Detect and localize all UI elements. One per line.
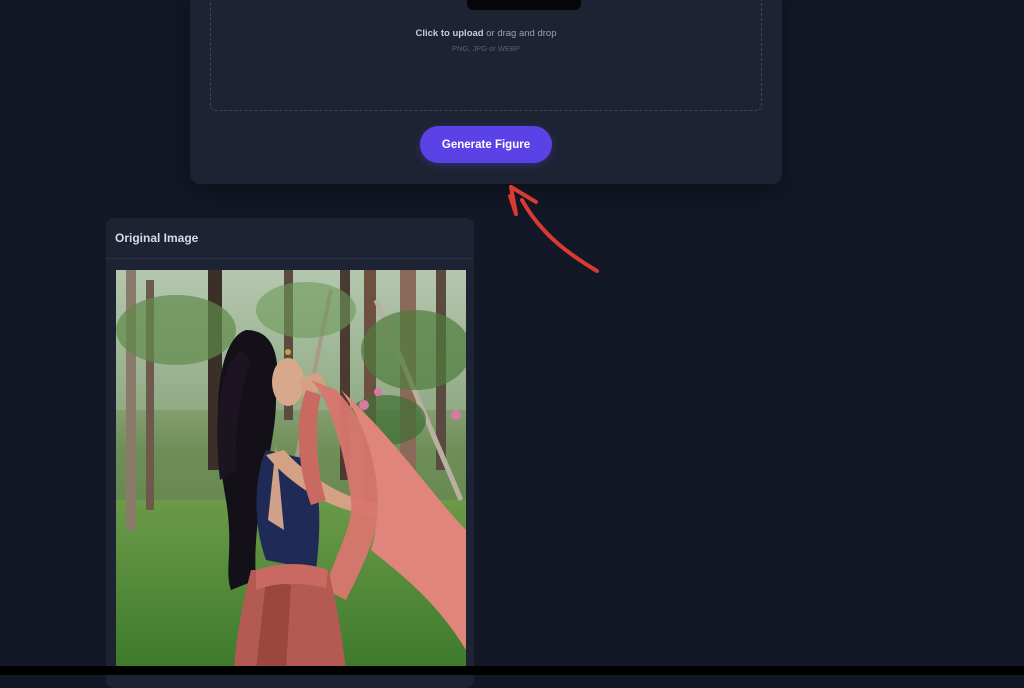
upload-formats-hint: PNG, JPG or WEBP bbox=[452, 44, 520, 53]
upload-prompt: Click to upload or drag and drop bbox=[211, 28, 761, 39]
upload-dropzone[interactable]: Click to upload or drag and drop PNG, JP… bbox=[210, 0, 762, 111]
screen-bottom-bar bbox=[0, 666, 1024, 675]
upload-preview-thumbnail bbox=[467, 0, 581, 10]
dancer-photo-icon bbox=[116, 270, 466, 670]
generate-figure-button[interactable]: Generate Figure bbox=[420, 126, 552, 163]
upload-prompt-rest: or drag and drop bbox=[483, 28, 557, 39]
original-image-panel: Original Image bbox=[106, 218, 474, 688]
annotation-arrow-icon bbox=[508, 185, 599, 273]
original-image bbox=[116, 270, 466, 670]
original-image-title: Original Image bbox=[106, 218, 474, 259]
upload-link[interactable]: Click to upload bbox=[416, 28, 484, 39]
upload-card: Click to upload or drag and drop PNG, JP… bbox=[190, 0, 782, 184]
